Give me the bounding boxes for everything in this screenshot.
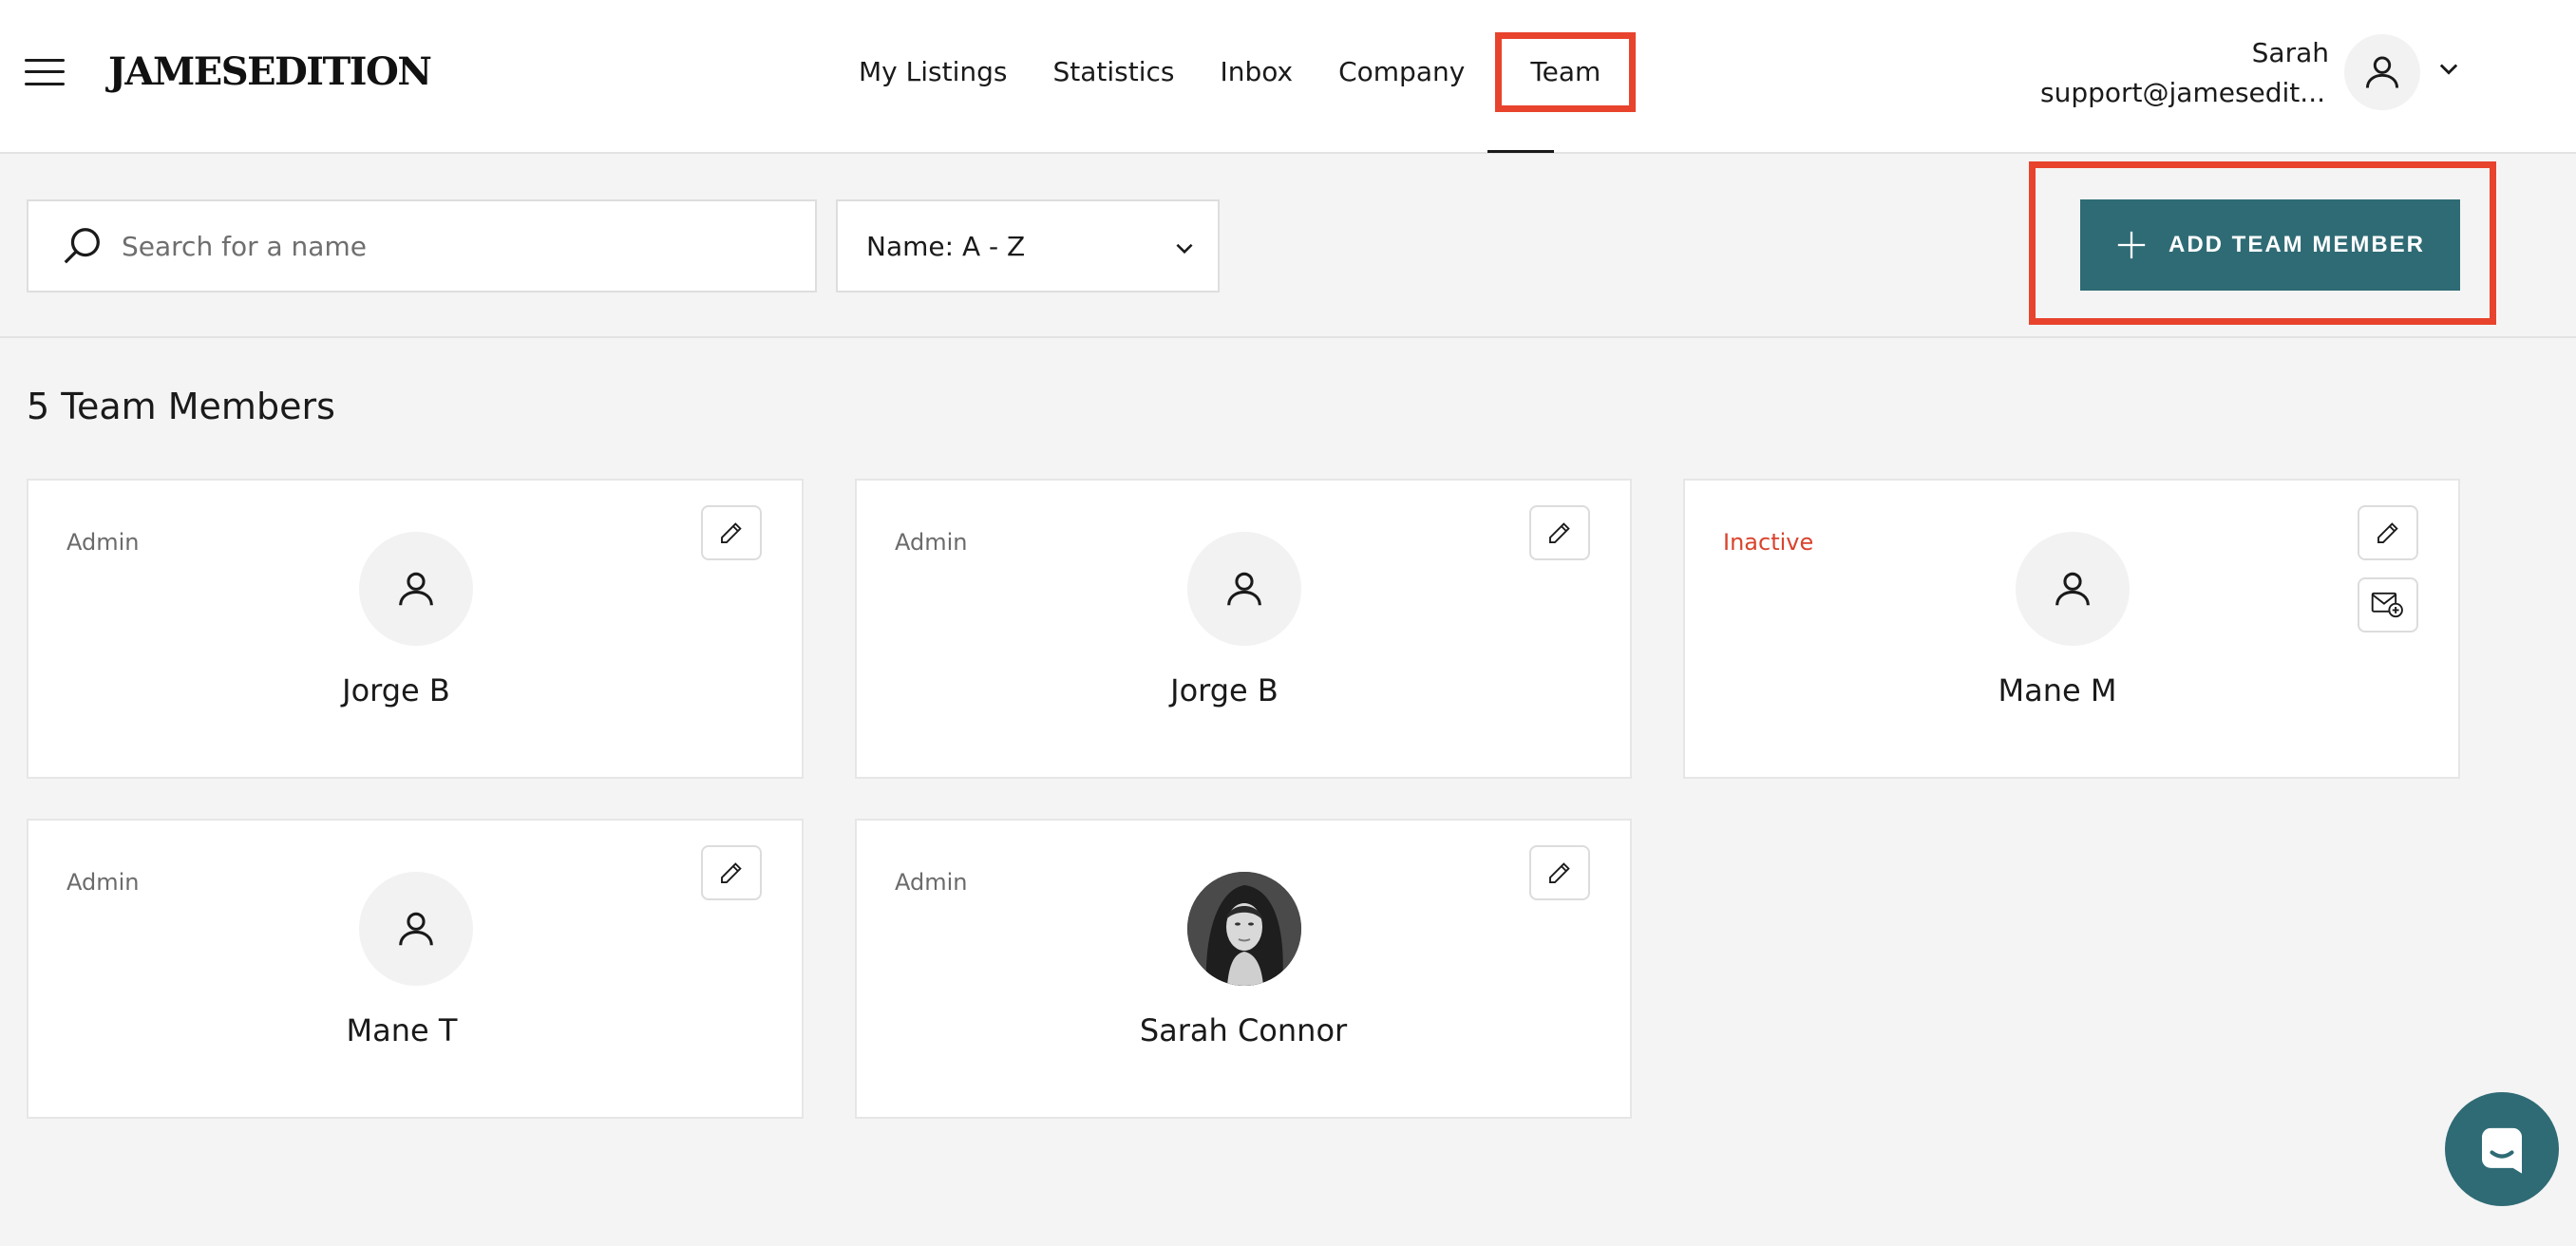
top-header: JAMESEDITION My Listings Statistics Inbo… [0, 0, 2576, 154]
pencil-icon [2377, 522, 2398, 543]
search-box[interactable] [27, 199, 817, 293]
pencil-icon [721, 522, 742, 543]
user-icon [1227, 572, 1261, 606]
edit-member-button[interactable] [2358, 505, 2418, 560]
member-avatar [1187, 532, 1301, 646]
user-icon [399, 572, 433, 606]
member-profile-photo [1187, 872, 1301, 986]
member-role: Admin [895, 529, 968, 556]
menu-icon[interactable] [25, 57, 66, 87]
pencil-icon [1549, 862, 1570, 883]
member-role: Admin [66, 529, 140, 556]
main-nav: My Listings Statistics Inbox Company Tea… [836, 32, 1637, 112]
members-count: 5 Team Members [27, 386, 335, 427]
profile-photo [1187, 872, 1301, 986]
team-member-card[interactable]: Inactive Mane M [1683, 479, 2460, 779]
member-name: Mane T [346, 1012, 458, 1048]
edit-member-button[interactable] [701, 845, 762, 900]
team-member-card[interactable]: Admin Mane T [27, 819, 804, 1119]
team-member-card[interactable]: Admin Jorge B [27, 479, 804, 779]
nav-inbox[interactable]: Inbox [1197, 32, 1316, 112]
plus-icon [2117, 231, 2146, 259]
nav-team[interactable]: Team [1495, 32, 1637, 112]
member-status-inactive: Inactive [1723, 529, 1814, 556]
member-avatar [2016, 532, 2130, 646]
member-name: Jorge B [342, 672, 450, 708]
pencil-icon [721, 862, 742, 883]
nav-company[interactable]: Company [1316, 32, 1487, 112]
sort-select[interactable]: Name: A - Z [836, 199, 1220, 293]
edit-member-button[interactable] [1529, 505, 1590, 560]
mail-add-icon [2371, 592, 2403, 618]
user-icon [399, 912, 433, 946]
jamesedition-logo[interactable]: JAMESEDITION [108, 47, 432, 97]
edit-member-button[interactable] [701, 505, 762, 560]
member-name: Jorge B [1170, 672, 1279, 708]
add-team-member-label: ADD TEAM MEMBER [2169, 232, 2425, 257]
user-avatar-button[interactable] [2344, 34, 2420, 110]
member-avatar [359, 872, 473, 986]
member-role: Admin [895, 869, 968, 896]
user-icon [2365, 56, 2399, 88]
member-role: Admin [66, 869, 140, 896]
edit-member-button[interactable] [1529, 845, 1590, 900]
user-name: Sarah [2251, 37, 2329, 68]
member-name: Mane M [1998, 672, 2117, 708]
chevron-down-icon [1176, 243, 1193, 255]
member-avatar [359, 532, 473, 646]
nav-my-listings[interactable]: My Listings [836, 32, 1030, 112]
user-icon [2055, 572, 2090, 606]
user-email: support@jamesedit... [2040, 77, 2325, 108]
team-member-card[interactable]: Admin Sarah Connor [855, 819, 1632, 1119]
team-member-card[interactable]: Admin Jorge B [855, 479, 1632, 779]
chevron-down-icon[interactable] [2435, 55, 2462, 82]
resend-invite-button[interactable] [2358, 577, 2418, 632]
team-toolbar: Name: A - Z ADD TEAM MEMBER [0, 154, 2576, 338]
pencil-icon [1549, 522, 1570, 543]
chat-icon [2482, 1127, 2522, 1174]
search-icon [64, 228, 100, 264]
nav-statistics[interactable]: Statistics [1030, 32, 1197, 112]
add-team-member-button[interactable]: ADD TEAM MEMBER [2080, 199, 2460, 291]
search-input[interactable] [122, 201, 786, 291]
nav-active-indicator [1487, 150, 1554, 153]
sort-selected-value: Name: A - Z [866, 231, 1026, 262]
chat-widget-button[interactable] [2445, 1092, 2559, 1206]
member-name: Sarah Connor [1139, 1012, 1348, 1048]
